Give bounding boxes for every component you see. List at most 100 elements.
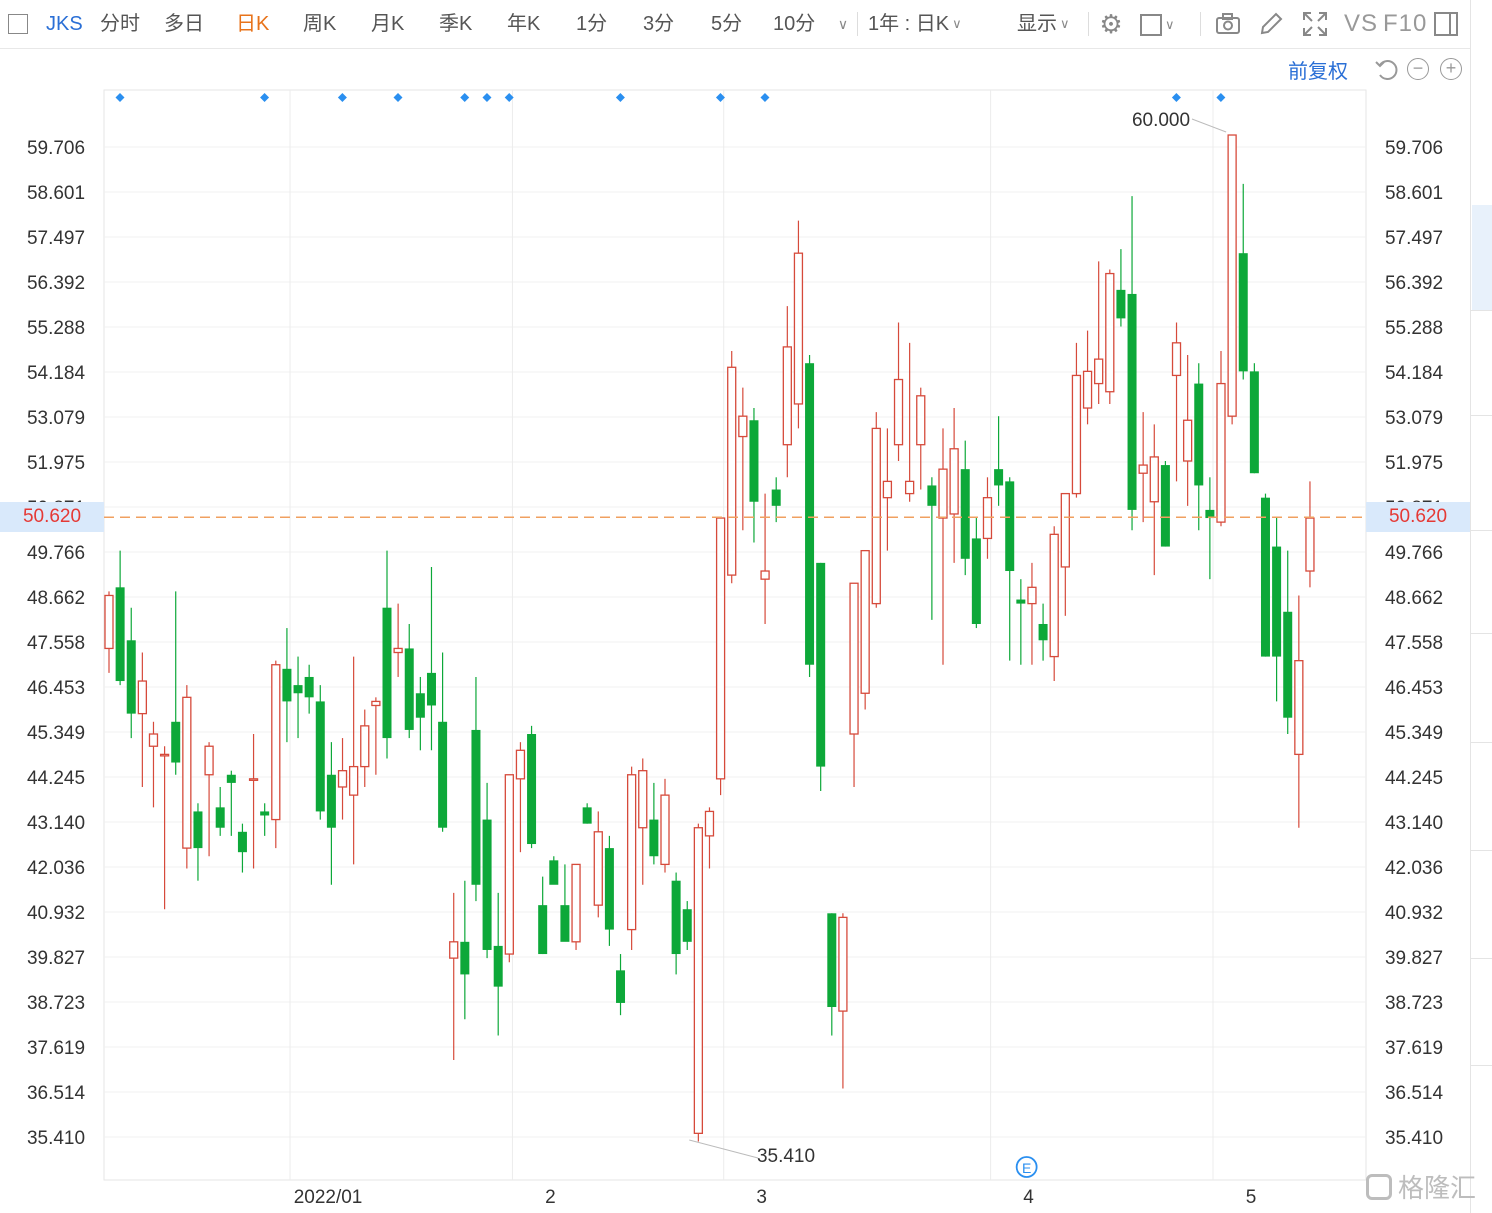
candle-body-down	[560, 905, 570, 942]
left-price-tick: 53.079	[27, 408, 85, 429]
candle	[304, 664, 314, 714]
candle-body-down	[315, 701, 325, 812]
candle	[293, 656, 303, 739]
candle	[1160, 460, 1170, 547]
candle-body-up	[793, 252, 804, 405]
right-price-tick: 53.079	[1385, 408, 1443, 429]
candle-body-down	[582, 807, 592, 824]
candle-body-up	[1049, 533, 1059, 658]
candle-body-down	[1016, 599, 1026, 604]
candle	[1105, 269, 1115, 404]
candle	[148, 721, 159, 808]
event-diamond-icon	[1171, 93, 1181, 102]
candle-body-up	[738, 415, 748, 438]
event-diamond-icon	[115, 93, 125, 102]
candlestick-chart[interactable]: 59.706 58.601 57.497 56.392 55.288 54.184 53.0…	[0, 0, 1470, 1213]
candle-body-up	[1294, 660, 1304, 756]
candle	[260, 803, 270, 836]
candle-body-up	[1060, 492, 1070, 568]
candle-body-up	[715, 517, 726, 780]
candle-body-down	[226, 774, 236, 783]
event-diamond-icon	[393, 93, 403, 102]
time-axis-label: 2	[545, 1187, 556, 1208]
candle-body-up	[1094, 358, 1104, 385]
candle-body-up	[271, 664, 281, 821]
candle-body-down	[326, 774, 336, 828]
candle-body-up	[1171, 342, 1182, 377]
candle	[438, 652, 448, 832]
left-price-tick: 48.662	[27, 588, 85, 609]
candle	[849, 582, 859, 787]
candle	[904, 342, 915, 502]
candle	[994, 416, 1004, 506]
right-price-tick: 46.453	[1385, 678, 1443, 699]
candle-body-up	[1105, 272, 1115, 393]
candle-body-up	[938, 468, 948, 519]
candle	[393, 603, 403, 677]
candle-body-down	[1160, 465, 1170, 547]
right-panel-divider	[1470, 415, 1492, 416]
candle-body-down	[1260, 497, 1270, 657]
candle	[871, 412, 881, 608]
candle-body-up	[1138, 464, 1148, 474]
candle-body-down	[1005, 481, 1015, 572]
candle-body-up	[393, 647, 403, 654]
candle	[271, 660, 281, 849]
candle	[549, 856, 559, 885]
candle	[960, 440, 970, 576]
right-panel-divider	[1470, 530, 1492, 531]
candle-body-down	[193, 811, 203, 849]
left-price-tick: 59.706	[27, 138, 85, 159]
candle	[1305, 481, 1315, 588]
candle-body-up	[1182, 419, 1193, 462]
candle	[949, 408, 959, 563]
candle-body-down	[438, 721, 448, 828]
candle	[204, 742, 214, 857]
candle	[971, 518, 981, 629]
candle-body-up	[449, 941, 459, 959]
candle-body-down	[1283, 611, 1293, 718]
right-price-tick: 36.514	[1385, 1083, 1444, 1104]
candle	[182, 685, 192, 869]
candle	[571, 863, 581, 950]
time-axis-label: 4	[1023, 1187, 1034, 1208]
right-price-tick: 49.766	[1385, 543, 1443, 564]
left-price-tick: 58.601	[27, 183, 85, 204]
candle	[626, 766, 637, 950]
candle	[715, 517, 726, 796]
candle	[337, 738, 348, 820]
candle-body-down	[604, 848, 614, 930]
candle	[493, 892, 503, 1036]
candle-body-down	[415, 693, 425, 718]
candle-body-down	[282, 668, 292, 702]
right-price-tick: 59.706	[1385, 138, 1443, 159]
candle-body-up	[1027, 586, 1037, 605]
candle	[1283, 550, 1293, 735]
candle	[1260, 493, 1270, 657]
left-price-tick: 37.619	[27, 1038, 85, 1059]
event-diamond-icon	[337, 93, 347, 102]
left-price-tick: 44.245	[27, 768, 85, 789]
candle-body-down	[471, 729, 481, 885]
candle	[1227, 134, 1237, 425]
candle-body-down	[805, 363, 815, 665]
candle-body-down	[237, 831, 247, 853]
right-price-tick: 51.975	[1385, 453, 1443, 474]
candle	[515, 742, 526, 853]
watermark: 格隆汇	[1366, 1168, 1476, 1208]
candle	[237, 823, 247, 873]
candle	[371, 697, 381, 775]
current-price-tag-left: 50.620	[0, 502, 104, 532]
candle-body-up	[348, 765, 359, 796]
left-price-axis: 59.706 58.601 57.497 56.392 55.288 54.184 53.0…	[27, 138, 86, 1149]
left-price-tick: 55.288	[27, 318, 85, 339]
right-price-tick: 40.932	[1385, 903, 1443, 924]
left-price-tick: 54.184	[27, 363, 86, 384]
event-diamond-icon	[760, 93, 770, 102]
right-panel-divider	[1470, 1065, 1492, 1066]
left-price-tick: 39.827	[27, 948, 85, 969]
candle-body-down	[260, 811, 270, 816]
event-markers-layer	[115, 93, 1226, 102]
candles-layer	[104, 134, 1315, 1142]
candle	[1249, 363, 1259, 474]
